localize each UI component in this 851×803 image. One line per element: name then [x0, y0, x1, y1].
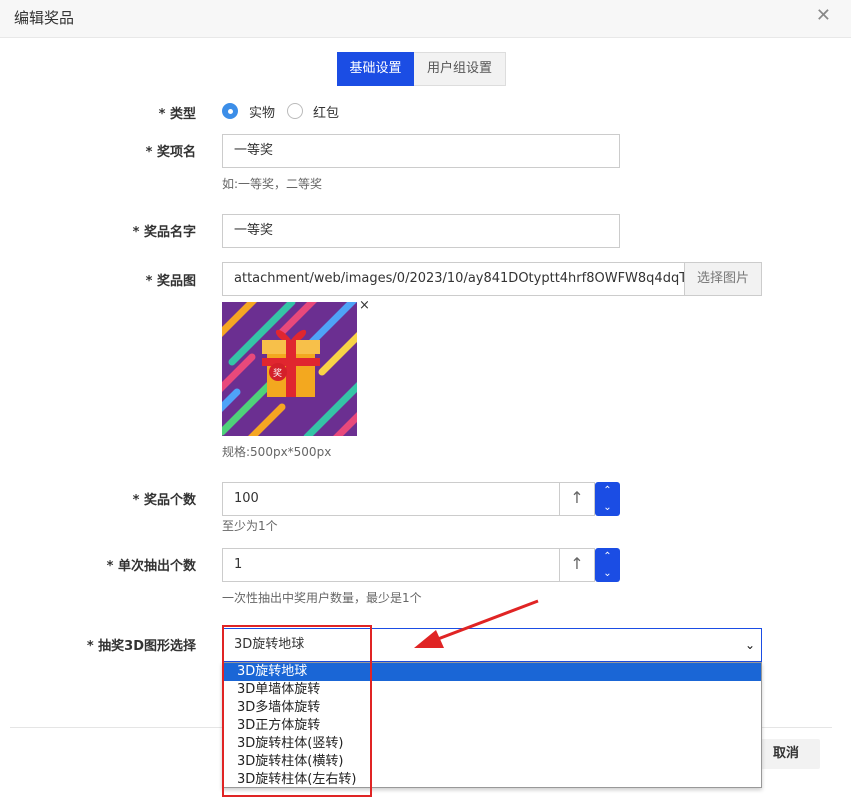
- dropdown-option[interactable]: 3D多墙体旋转: [223, 699, 761, 717]
- radio-physical[interactable]: [222, 103, 238, 119]
- tab-basic-settings[interactable]: 基础设置: [337, 52, 414, 86]
- prize-name-label: * 奖品名字: [132, 225, 196, 240]
- radio-red-packet[interactable]: [287, 103, 303, 119]
- spin-up-icon[interactable]: ⌃: [595, 482, 620, 499]
- radio-red-packet-label: 红包: [313, 106, 340, 121]
- gift-image: 奖: [222, 302, 357, 436]
- per-draw-increment-button[interactable]: ↑: [559, 548, 595, 582]
- chevron-down-icon: ⌄: [744, 638, 755, 652]
- spin-down-icon[interactable]: ⌄: [595, 499, 620, 516]
- dropdown-option[interactable]: 3D旋转柱体(竖转): [223, 735, 761, 753]
- type-label: * 类型: [158, 107, 196, 122]
- prize-count-input[interactable]: 100: [222, 482, 560, 516]
- spin-down-icon[interactable]: ⌄: [595, 565, 620, 582]
- dialog-header: 编辑奖品 ✕: [0, 0, 851, 38]
- prize-image-label: * 奖品图: [145, 274, 196, 289]
- prize-level-label: * 奖项名: [145, 145, 196, 160]
- cancel-button[interactable]: 取消: [752, 739, 820, 769]
- prize-name-input[interactable]: 一等奖: [222, 214, 620, 248]
- dropdown-option[interactable]: 3D旋转柱体(左右转): [223, 771, 761, 789]
- arrow-up-icon: ↑: [570, 554, 584, 573]
- per-draw-spinner[interactable]: ⌃ ⌄: [595, 548, 620, 582]
- shape-label: * 抽奖3D图形选择: [86, 639, 196, 654]
- arrow-up-icon: ↑: [570, 488, 584, 507]
- per-draw-label: * 单次抽出个数: [106, 559, 196, 574]
- dropdown-option[interactable]: 3D正方体旋转: [223, 717, 761, 735]
- dropdown-option[interactable]: 3D旋转地球: [223, 663, 761, 681]
- shape-select-value: 3D旋转地球: [234, 637, 305, 652]
- prize-level-input[interactable]: 一等奖: [222, 134, 620, 168]
- prize-count-help: 至少为1个: [222, 519, 278, 533]
- prize-count-increment-button[interactable]: ↑: [559, 482, 595, 516]
- svg-text:奖: 奖: [273, 367, 282, 379]
- radio-physical-label: 实物: [249, 106, 276, 121]
- remove-image-icon[interactable]: ×: [359, 299, 370, 313]
- spin-up-icon[interactable]: ⌃: [595, 548, 620, 565]
- tab-bar: 基础设置 用户组设置: [337, 52, 506, 86]
- close-icon[interactable]: ✕: [816, 6, 831, 26]
- shape-select[interactable]: 3D旋转地球 ⌄: [222, 628, 762, 662]
- edit-prize-dialog: 编辑奖品 ✕ 基础设置 用户组设置 * 类型 实物 红包 * 奖项名 一等奖 如…: [0, 0, 851, 803]
- per-draw-help: 一次性抽出中奖用户数量，最少是1个: [222, 591, 422, 605]
- dialog-title: 编辑奖品: [14, 9, 75, 27]
- tab-user-group-settings[interactable]: 用户组设置: [414, 52, 506, 86]
- shape-dropdown-list: 3D旋转地球 3D单墙体旋转 3D多墙体旋转 3D正方体旋转 3D旋转柱体(竖转…: [222, 662, 762, 788]
- per-draw-input[interactable]: 1: [222, 548, 560, 582]
- prize-count-spinner[interactable]: ⌃ ⌄: [595, 482, 620, 516]
- dropdown-option[interactable]: 3D单墙体旋转: [223, 681, 761, 699]
- prize-count-label: * 奖品个数: [132, 493, 196, 508]
- dropdown-option[interactable]: 3D旋转柱体(横转): [223, 753, 761, 771]
- prize-level-help: 如:一等奖，二等奖: [222, 177, 323, 191]
- image-spec-help: 规格:500px*500px: [222, 445, 332, 459]
- prize-image-thumbnail: 奖: [222, 302, 357, 436]
- prize-image-path-input[interactable]: attachment/web/images/0/2023/10/ay841DOt…: [222, 262, 685, 296]
- select-image-button[interactable]: 选择图片: [684, 262, 762, 296]
